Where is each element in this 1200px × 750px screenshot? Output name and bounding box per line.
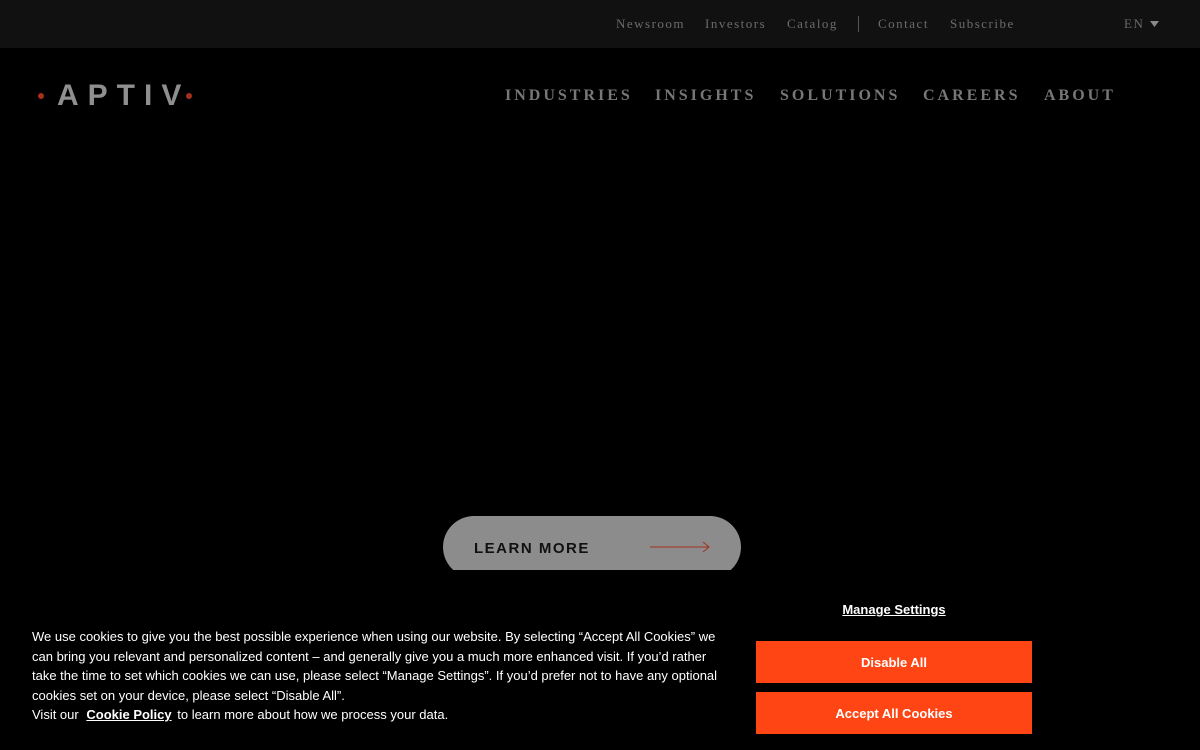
main-header: APTIV INDUSTRIES INSIGHTS SOLUTIONS CARE… (0, 48, 1200, 144)
util-divider (858, 16, 859, 32)
cookie-banner: We use cookies to give you the best poss… (0, 570, 1200, 750)
manage-settings-link[interactable]: Manage Settings (756, 602, 1032, 617)
util-link-investors[interactable]: Investors (705, 16, 766, 32)
util-link-contact[interactable]: Contact (878, 16, 929, 32)
arrow-right-icon (650, 541, 710, 553)
cookie-message: We use cookies to give you the best poss… (32, 629, 718, 703)
util-link-subscribe[interactable]: Subscribe (950, 16, 1015, 32)
nav-about[interactable]: ABOUT (1044, 87, 1116, 105)
logo-text: APTIV (57, 79, 191, 112)
language-label: EN (1124, 16, 1145, 31)
cookie-policy-link[interactable]: Cookie Policy (86, 707, 171, 722)
util-link-newsroom[interactable]: Newsroom (616, 16, 685, 32)
nav-industries[interactable]: INDUSTRIES (505, 87, 633, 105)
nav-solutions[interactable]: SOLUTIONS (780, 87, 900, 105)
utility-bar: Newsroom Investors Catalog Contact Subsc… (0, 0, 1200, 48)
logo-dot-left (38, 93, 44, 99)
util-link-catalog[interactable]: Catalog (787, 16, 838, 32)
logo-dot-right (186, 93, 193, 99)
learn-more-button[interactable]: LEARN MORE (443, 516, 741, 578)
accept-all-cookies-button[interactable]: Accept All Cookies (756, 692, 1032, 734)
cookie-visit-suffix: to learn more about how we process your … (177, 707, 449, 723)
cookie-message-block: We use cookies to give you the best poss… (32, 627, 732, 725)
nav-insights[interactable]: INSIGHTS (655, 87, 756, 105)
aptiv-logo[interactable]: APTIV (38, 78, 193, 114)
language-selector[interactable]: EN (1124, 0, 1160, 48)
disable-all-button[interactable]: Disable All (756, 641, 1032, 683)
learn-more-label: LEARN MORE (474, 540, 590, 557)
nav-careers[interactable]: CAREERS (923, 87, 1020, 105)
cookie-visit-prefix: Visit our (32, 707, 79, 723)
caret-down-icon (1150, 21, 1160, 27)
